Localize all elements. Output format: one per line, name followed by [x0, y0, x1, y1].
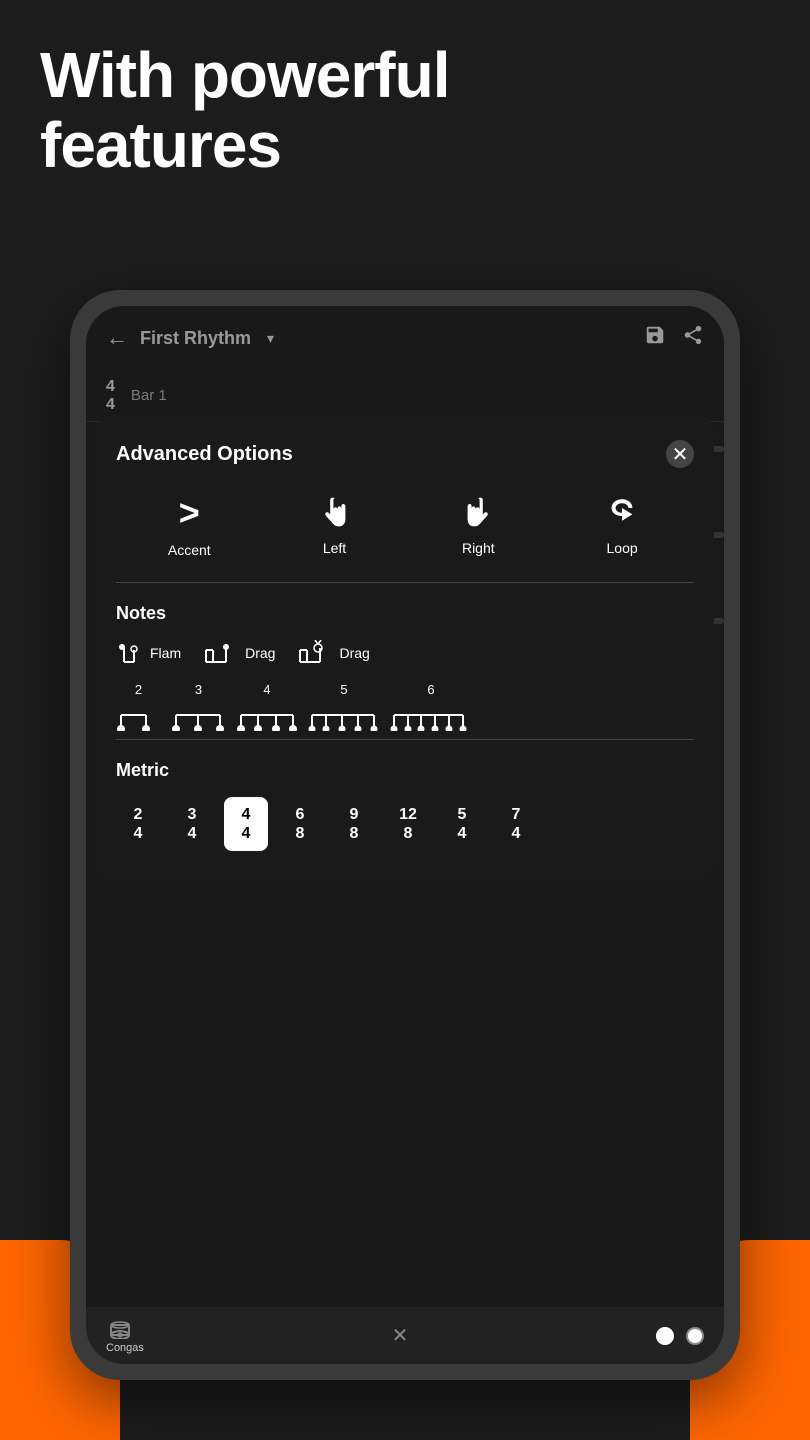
accent-icon: > [179, 492, 200, 534]
groupings-row: 2 3 [116, 682, 694, 731]
playback-controls [656, 1327, 704, 1345]
metric-2-4[interactable]: 2 4 [116, 797, 160, 851]
loop-icon [602, 492, 642, 532]
grouping-4[interactable]: 4 [236, 682, 298, 731]
grouping-5[interactable]: 5 [308, 682, 380, 731]
heading-text: With powerful features [40, 40, 770, 181]
grouping-2-svg [116, 701, 161, 731]
grouping-6-svg [390, 701, 472, 731]
metric-section: Metric 2 4 3 4 4 4 6 [116, 760, 694, 851]
instrument-label: Congas [106, 1342, 144, 1354]
divider-1 [116, 582, 694, 583]
instrument-section: Congas [106, 1317, 144, 1354]
flam-icon [116, 640, 142, 666]
dot-1[interactable] [656, 1327, 674, 1345]
grouping-2[interactable]: 2 [116, 682, 161, 731]
right-option[interactable]: Right [458, 492, 498, 558]
metric-title: Metric [116, 760, 694, 781]
notes-title: Notes [116, 603, 694, 624]
notes-section: Notes Flam [116, 603, 694, 731]
modal-header: Advanced Options ✕ [116, 440, 694, 468]
metric-5-4[interactable]: 5 4 [440, 797, 484, 851]
drag2-note[interactable]: Drag [295, 640, 369, 666]
divider-2 [116, 739, 694, 740]
metric-4-4[interactable]: 4 4 [224, 797, 268, 851]
phone-mockup: ← First Rhythm ▾ [70, 290, 740, 1380]
drag2-icon [295, 640, 331, 666]
grouping-3[interactable]: 3 [171, 682, 226, 731]
flam-label: Flam [150, 645, 181, 661]
drag1-label: Drag [245, 645, 275, 661]
modal-title: Advanced Options [116, 443, 293, 466]
notes-row: Flam Drag [116, 640, 694, 666]
left-hand-icon [315, 492, 355, 532]
drag1-icon [201, 640, 237, 666]
options-row: > Accent Left Right [116, 492, 694, 558]
drag2-label: Drag [339, 645, 369, 661]
grouping-5-svg [308, 701, 380, 731]
metric-7-4[interactable]: 7 4 [494, 797, 538, 851]
grouping-6[interactable]: 6 [390, 682, 472, 731]
advanced-options-modal: Advanced Options ✕ > Accent Left [96, 416, 714, 875]
flam-note[interactable]: Flam [116, 640, 181, 666]
left-label: Left [323, 540, 346, 556]
accent-option[interactable]: > Accent [168, 492, 211, 558]
metric-3-4[interactable]: 3 4 [170, 797, 214, 851]
right-label: Right [462, 540, 495, 556]
close-bottom-button[interactable]: ✕ [392, 1323, 409, 1348]
grouping-4-svg [236, 701, 298, 731]
modal-close-button[interactable]: ✕ [666, 440, 694, 468]
page-heading: With powerful features [40, 40, 770, 181]
loop-label: Loop [607, 540, 638, 556]
dot-2[interactable] [686, 1327, 704, 1345]
phone-bottom-bar: Congas ✕ [86, 1307, 724, 1364]
phone-screen: ← First Rhythm ▾ [86, 306, 724, 1364]
metric-9-8[interactable]: 9 8 [332, 797, 376, 851]
loop-option[interactable]: Loop [602, 492, 642, 558]
drag1-note[interactable]: Drag [201, 640, 275, 666]
metric-12-8[interactable]: 12 8 [386, 797, 430, 851]
left-option[interactable]: Left [315, 492, 355, 558]
grouping-3-svg [171, 701, 226, 731]
metric-row: 2 4 3 4 4 4 6 8 [116, 797, 694, 851]
congas-icon [110, 1317, 140, 1339]
right-hand-icon [458, 492, 498, 532]
accent-label: Accent [168, 542, 211, 558]
metric-6-8[interactable]: 6 8 [278, 797, 322, 851]
